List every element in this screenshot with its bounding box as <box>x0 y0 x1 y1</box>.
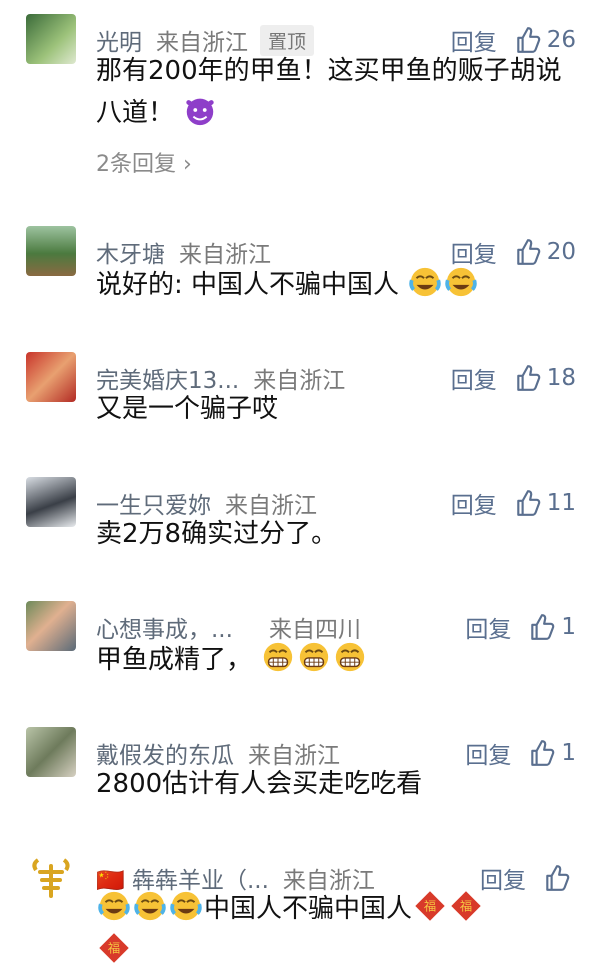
comment-body: 中国人不骗中国人 <box>204 894 413 924</box>
replies-count: 2条回复 <box>96 152 176 177</box>
comment-item: 戴假发的东瓜 来自浙江 回复 1 2800估计有人会买走吃吃看 <box>0 727 600 807</box>
comment-text: 那有200年的甲鱼！这买甲鱼的贩子胡说八道！ <box>96 50 570 134</box>
comment-item: 完美婚庆13... 来自浙江 回复 18 又是一个骗子哎 <box>0 352 600 432</box>
comment-body: 那有200年的甲鱼！这买甲鱼的贩子胡说八道！ <box>96 56 562 128</box>
comment-body: 又是一个骗子哎 <box>96 394 279 424</box>
comment-text: 中国人不骗中国人福福福 <box>96 888 570 972</box>
like-button[interactable]: 20 <box>515 238 576 266</box>
avatar[interactable] <box>26 852 76 902</box>
thumbs-up-icon <box>531 614 555 640</box>
crying-laughing-emoji <box>98 891 130 921</box>
comment-body: 说好的: 中国人不骗中国人 <box>96 270 400 300</box>
like-button[interactable]: 1 <box>529 613 576 641</box>
comment-item: 🇨🇳 犇犇羊业（... 来自浙江 回复 中国人不骗中国人福福福 <box>0 852 600 976</box>
thumbs-up-icon <box>516 239 540 265</box>
avatar[interactable] <box>26 226 76 276</box>
fu-emoji: 福 <box>415 891 445 921</box>
fu-emoji: 福 <box>99 933 129 963</box>
avatar[interactable] <box>26 601 76 651</box>
devil-emoji <box>186 98 214 126</box>
comment-body: 甲鱼成精了， <box>96 645 253 675</box>
grin-emoji <box>300 642 329 672</box>
view-replies-link[interactable]: 2条回复 › <box>96 146 192 178</box>
svg-text:福: 福 <box>108 941 120 956</box>
svg-text:福: 福 <box>460 899 472 914</box>
chevron-right-icon: › <box>176 152 192 177</box>
avatar[interactable] <box>26 477 76 527</box>
comment-body: 卖2万8确实过分了。 <box>96 519 338 549</box>
avatar[interactable] <box>26 14 76 64</box>
comment-item: 光明 来自浙江 置顶 回复 26 那有200年的甲鱼！这买甲鱼的贩子胡说八道！ … <box>0 14 600 184</box>
grin-emoji <box>264 642 293 672</box>
comment-text: 卖2万8确实过分了。 <box>96 513 570 555</box>
fu-emoji: 福 <box>451 891 481 921</box>
comment-body: 2800估计有人会买走吃吃看 <box>96 769 423 799</box>
comment-text: 甲鱼成精了， <box>96 639 570 681</box>
avatar[interactable] <box>26 727 76 777</box>
crying-laughing-emoji <box>409 267 442 297</box>
crying-laughing-emoji <box>170 891 202 921</box>
crying-laughing-emoji <box>445 267 478 297</box>
comment-item: 心想事成，... 来自四川 回复 1 甲鱼成精了， <box>0 601 600 691</box>
grin-emoji <box>336 642 365 672</box>
comment-item: 木牙塘 来自浙江 回复 20 说好的: 中国人不骗中国人 <box>0 226 600 316</box>
comment-text: 又是一个骗子哎 <box>96 388 570 430</box>
like-count: 20 <box>546 239 576 265</box>
crying-laughing-emoji <box>134 891 166 921</box>
comment-item: 一生只爱妳 来自浙江 回复 11 卖2万8确实过分了。 <box>0 477 600 557</box>
goat-logo-icon <box>32 858 70 898</box>
comment-text: 说好的: 中国人不骗中国人 <box>96 264 570 306</box>
comment-text: 2800估计有人会买走吃吃看 <box>96 763 570 805</box>
like-count: 1 <box>561 614 576 640</box>
svg-text:福: 福 <box>424 899 436 914</box>
avatar[interactable] <box>26 352 76 402</box>
